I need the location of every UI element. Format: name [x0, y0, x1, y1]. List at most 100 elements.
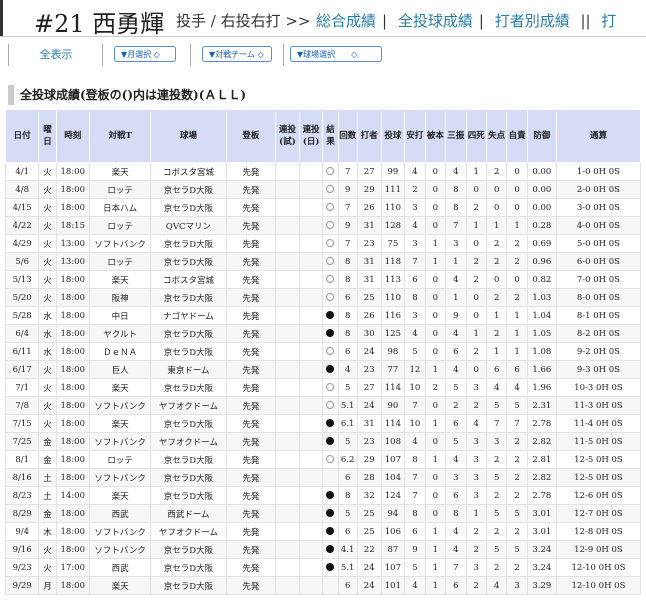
- cell-time: 13:00: [55, 234, 90, 253]
- cell-runs: 0: [485, 198, 508, 217]
- cell-time: 18:00: [55, 270, 90, 289]
- cell-strikeouts: 9: [445, 306, 467, 325]
- cell-stadium: ナゴヤドーム: [150, 306, 227, 325]
- cell-record: 12-9 0H 0S: [555, 540, 642, 559]
- cell-date: 9/4: [4, 522, 40, 541]
- win-marker-icon: [326, 455, 335, 463]
- cell-result: [322, 180, 339, 199]
- cell-pitches: 113: [380, 270, 406, 289]
- cell-pitches: 98: [380, 342, 406, 361]
- header-divider: [0, 36, 646, 37]
- cell-record: 7-0 0H 0S: [555, 270, 642, 289]
- cell-rest-days: [298, 216, 324, 235]
- cell-time: 18:00: [55, 162, 90, 181]
- cell-result: [322, 486, 339, 505]
- nav-link-batting[interactable]: 打: [601, 12, 616, 30]
- table-row: 8/1 金 18:00 ロッテ 京セラD大阪 先発 6.2 29 107 8 1 4 3 2 2 2.81 12…: [4, 450, 642, 469]
- cell-hits: 6: [404, 270, 426, 289]
- cell-hr-allowed: 0: [424, 180, 447, 199]
- cell-role: 先発: [225, 432, 277, 451]
- cell-record: 8-0 0H 0S: [555, 288, 642, 307]
- cell-hits: 8: [404, 504, 426, 523]
- cell-walks: 2: [465, 522, 487, 541]
- cell-role: 先発: [225, 306, 277, 325]
- cell-hr-allowed: 1: [424, 522, 447, 541]
- loss-marker-icon: [326, 311, 335, 319]
- cell-result: [322, 216, 339, 235]
- cell-walks: 3: [465, 432, 487, 451]
- cell-record: 4-0 0H 0S: [555, 216, 642, 235]
- cell-batters: 27: [356, 162, 382, 181]
- cell-batters: 31: [356, 414, 382, 433]
- cell-walks: 1: [465, 324, 487, 343]
- month-select[interactable]: ▼月選択 ◇: [114, 46, 176, 62]
- loss-marker-icon: [326, 329, 335, 337]
- cell-runs: 0: [485, 270, 508, 289]
- cell-role: 先発: [225, 486, 277, 505]
- cell-hits: 5: [404, 342, 426, 361]
- cell-rest-days: [298, 180, 324, 199]
- cell-strikeouts: 8: [445, 180, 467, 199]
- loss-marker-icon: [326, 545, 335, 553]
- cell-pitches: 108: [380, 432, 406, 451]
- cell-record: 9-2 0H 0S: [555, 342, 642, 361]
- table-row: 6/11 水 18:00 ＤｅＮＡ 京セラD大阪 先発 6 24 98 5 0 6 2 1 1 1.08 9-2…: [4, 342, 642, 361]
- show-all-link[interactable]: 全表示: [8, 44, 103, 66]
- cell-pitches: 99: [380, 162, 406, 181]
- cell-hr-allowed: 0: [424, 198, 447, 217]
- team-select[interactable]: ▼対戦チーム ◇: [202, 46, 272, 62]
- cell-walks: 2: [465, 540, 487, 559]
- cell-opponent: 巨人: [88, 360, 152, 379]
- win-marker-icon: [326, 203, 335, 211]
- cell-result: [322, 504, 339, 523]
- cell-hr-allowed: 0: [424, 270, 447, 289]
- cell-result: [322, 468, 339, 487]
- cell-earned-runs: 6: [506, 360, 528, 379]
- cell-pitches: 87: [380, 540, 406, 559]
- col-header-era: 防御: [526, 109, 557, 163]
- cell-batters: 25: [356, 504, 382, 523]
- cell-rest-days: [298, 522, 324, 541]
- cell-record: 9-3 0H 0S: [555, 360, 642, 379]
- cell-hr-allowed: 0: [424, 288, 447, 307]
- cell-weekday: 火: [38, 396, 57, 415]
- cell-pitches: 101: [380, 576, 406, 595]
- cell-opponent: ロッテ: [88, 180, 152, 199]
- cell-rest-days: [298, 252, 324, 271]
- cell-runs: 2: [485, 162, 508, 181]
- cell-result: [322, 342, 339, 361]
- cell-strikeouts: 2: [445, 396, 467, 415]
- cell-weekday: 金: [38, 504, 57, 523]
- cell-pitches: 94: [380, 504, 406, 523]
- nav-link-overall[interactable]: 総合成績: [316, 12, 376, 30]
- cell-weekday: 火: [38, 360, 57, 379]
- cell-opponent: ロッテ: [88, 252, 152, 271]
- loss-marker-icon: [326, 509, 335, 517]
- filter-divider: [102, 44, 103, 66]
- cell-rest-days: [298, 414, 324, 433]
- cell-strikeouts: 5: [445, 378, 467, 397]
- cell-result: [322, 360, 339, 379]
- cell-hr-allowed: 0: [424, 396, 447, 415]
- cell-hr-allowed: 1: [424, 252, 447, 271]
- nav-link-by-batter[interactable]: 打者別成績: [495, 12, 570, 30]
- cell-era: 1.96: [526, 378, 557, 397]
- cell-era: 1.03: [526, 288, 557, 307]
- cell-rest-games: [275, 306, 300, 325]
- cell-rest-games: [275, 270, 300, 289]
- cell-stadium: 京セラD大阪: [150, 180, 227, 199]
- cell-result: [322, 576, 339, 595]
- cell-time: 18:00: [55, 396, 90, 415]
- cell-rest-days: [298, 288, 324, 307]
- win-marker-icon: [326, 257, 335, 265]
- nav-link-all-pitching[interactable]: 全投球成績: [398, 12, 473, 30]
- col-header-strikeouts: 三振: [445, 109, 467, 163]
- cell-walks: 2: [465, 270, 487, 289]
- stadium-select[interactable]: ▼球場選択 ◇: [290, 46, 382, 62]
- cell-stadium: 京セラD大阪: [150, 198, 227, 217]
- cell-opponent: ヤクルト: [88, 324, 152, 343]
- cell-innings: 8: [337, 486, 358, 505]
- cell-runs: 2: [485, 252, 508, 271]
- cell-role: 先発: [225, 216, 277, 235]
- header-accent-bar: [0, 0, 3, 37]
